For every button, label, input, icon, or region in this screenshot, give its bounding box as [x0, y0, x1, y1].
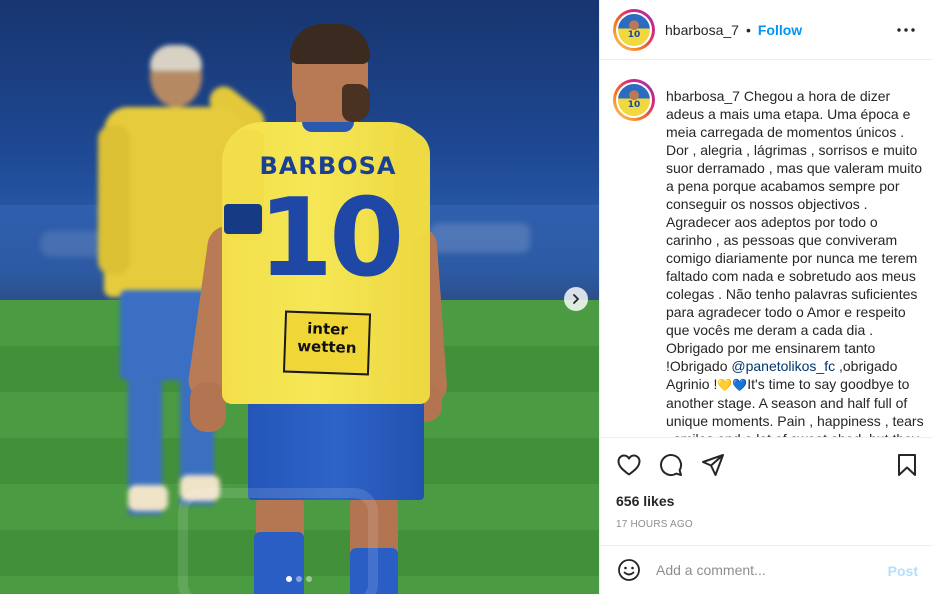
- watermark: [178, 488, 378, 594]
- post-timestamp[interactable]: 17 HOURS AGO: [616, 519, 693, 530]
- story-ring[interactable]: 10: [613, 8, 655, 51]
- emoji-button[interactable]: [616, 557, 642, 583]
- caption-text: hbarbosa_7 Chegou a hora de dizer adeus …: [666, 87, 924, 437]
- separator-dot: •: [745, 21, 751, 38]
- player-hand-left: [190, 382, 226, 432]
- likes-count[interactable]: 656 likes: [616, 493, 674, 509]
- caption-body-1: Chegou a hora de dizer adeus a mais uma …: [666, 88, 926, 374]
- post-photo[interactable]: BARBOSA 10 inter wetten: [0, 0, 599, 594]
- bookmark-icon: [898, 454, 916, 476]
- comment-button[interactable]: [658, 452, 684, 478]
- chevron-right-icon: [573, 294, 579, 304]
- header-username[interactable]: hbarbosa_7: [665, 22, 739, 38]
- caption-story-ring[interactable]: 10: [613, 79, 655, 121]
- heart-emoji: 💛💙: [717, 378, 748, 392]
- player-hair: [290, 24, 370, 64]
- post-header: 10 hbarbosa_7 • Follow: [600, 0, 933, 60]
- comment-icon: [660, 454, 683, 477]
- caption-section: 10 hbarbosa_7 Chegou a hora de dizer ade…: [600, 61, 933, 437]
- more-options-button[interactable]: [896, 20, 916, 40]
- smiley-icon: [618, 559, 640, 581]
- player-shorts: [248, 394, 424, 500]
- post-side-panel: 10 hbarbosa_7 • Follow 10 hbarbosa_7 Che…: [599, 0, 933, 594]
- save-button[interactable]: [894, 452, 920, 478]
- captain-armband: [224, 204, 262, 234]
- avatar[interactable]: 10: [616, 11, 652, 48]
- carousel-next-button[interactable]: [564, 287, 588, 311]
- actions-section: 656 likes 17 HOURS AGO: [600, 437, 933, 545]
- paper-plane-icon: [702, 454, 724, 476]
- more-horizontal-icon: [897, 28, 915, 32]
- action-icons: [616, 452, 726, 478]
- post-comment-button[interactable]: Post: [888, 563, 918, 579]
- avatar-jersey-number: 10: [627, 29, 641, 40]
- bg-player-boot: [128, 485, 168, 511]
- heart-icon: [617, 454, 641, 476]
- carousel-dot: [306, 576, 312, 582]
- caption-mention-link[interactable]: @panetolikos_fc: [731, 358, 835, 374]
- carousel-dot: [296, 576, 302, 582]
- jersey-sponsor: inter wetten: [282, 310, 372, 376]
- carousel-dot: [286, 576, 292, 582]
- bg-player-arm: [98, 125, 130, 275]
- avatar-jersey-number: 10: [627, 100, 641, 110]
- sponsor-line-2: wetten: [296, 336, 357, 358]
- shirt-collar: [302, 122, 354, 132]
- jersey-number: 10: [258, 176, 404, 301]
- like-button[interactable]: [616, 452, 642, 478]
- add-comment-bar: Post: [600, 545, 933, 594]
- follow-button[interactable]: Follow: [758, 22, 802, 38]
- caption-avatar[interactable]: 10: [616, 82, 652, 118]
- player-beard: [342, 84, 370, 122]
- carousel-indicator: [286, 576, 312, 582]
- caption-username[interactable]: hbarbosa_7: [666, 88, 740, 104]
- comment-input[interactable]: [656, 558, 866, 582]
- share-button[interactable]: [700, 452, 726, 478]
